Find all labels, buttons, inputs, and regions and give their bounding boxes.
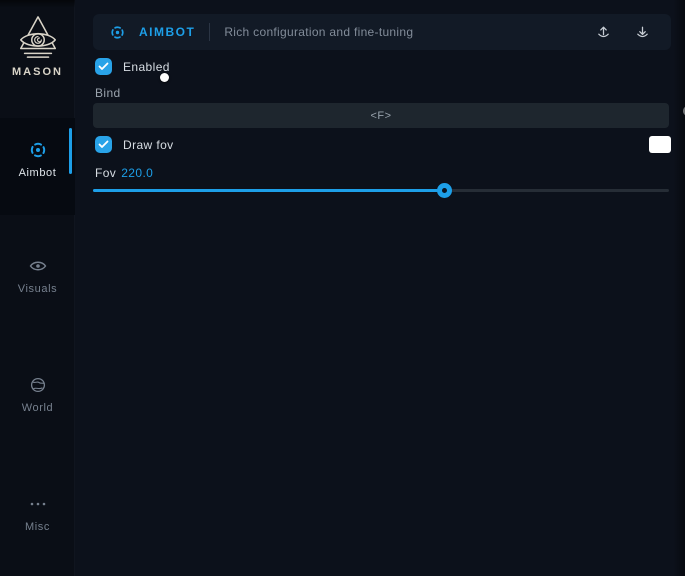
fov-color-swatch[interactable]: [649, 136, 671, 153]
globe-icon: [30, 375, 46, 395]
sidebar-item-label: Misc: [25, 521, 50, 533]
sidebar-item-label: Aimbot: [19, 167, 57, 179]
sidebar: MASON Aimbot Visuals: [0, 0, 75, 576]
upload-config-button[interactable]: [591, 20, 616, 45]
header-divider: [209, 23, 210, 41]
download-icon: [634, 24, 651, 41]
enabled-label: Enabled: [123, 60, 170, 74]
sidebar-item-misc[interactable]: Misc: [0, 494, 75, 533]
active-tab-indicator: [69, 128, 72, 174]
eye-icon: [29, 256, 47, 276]
download-config-button[interactable]: [630, 20, 655, 45]
mason-app-window: MASON Aimbot Visuals: [0, 0, 685, 576]
bind-label: Bind: [95, 86, 121, 100]
fov-slider-thumb[interactable]: [437, 183, 452, 198]
ellipsis-icon: [29, 494, 47, 514]
eye-pyramid-logo-icon: [15, 14, 61, 62]
sidebar-item-visuals[interactable]: Visuals: [0, 256, 75, 295]
draw-fov-checkbox[interactable]: [95, 136, 112, 153]
page-subtitle: Rich configuration and fine-tuning: [224, 25, 413, 39]
sidebar-item-label: World: [22, 402, 54, 414]
page-title: AIMBOT: [139, 25, 195, 39]
brand-name: MASON: [12, 66, 63, 78]
fov-value: 220.0: [121, 166, 153, 180]
bind-key-value: <F>: [370, 110, 391, 122]
crosshair-icon: [109, 24, 126, 41]
crosshair-icon: [28, 140, 48, 160]
upload-icon: [595, 24, 612, 41]
main-panel: AIMBOT Rich configuration and fine-tunin…: [76, 0, 685, 576]
window-top-shade: [0, 0, 75, 8]
brand-logo: MASON: [0, 14, 75, 78]
bind-key-field[interactable]: <F>: [93, 103, 669, 128]
draw-fov-row: Draw fov: [95, 136, 174, 153]
fov-slider-fill: [93, 189, 444, 192]
fov-slider[interactable]: [93, 183, 669, 198]
draw-fov-label: Draw fov: [123, 138, 174, 152]
mouse-cursor-dot: [160, 73, 169, 82]
page-header: AIMBOT Rich configuration and fine-tunin…: [93, 14, 671, 50]
enabled-row: Enabled: [95, 58, 170, 75]
enabled-checkbox[interactable]: [95, 58, 112, 75]
sidebar-item-label: Visuals: [18, 283, 57, 295]
fov-value-row: Fov 220.0: [95, 166, 153, 180]
sidebar-item-world[interactable]: World: [0, 375, 75, 414]
sidebar-item-aimbot[interactable]: Aimbot: [0, 118, 75, 215]
fov-label: Fov: [95, 166, 116, 180]
